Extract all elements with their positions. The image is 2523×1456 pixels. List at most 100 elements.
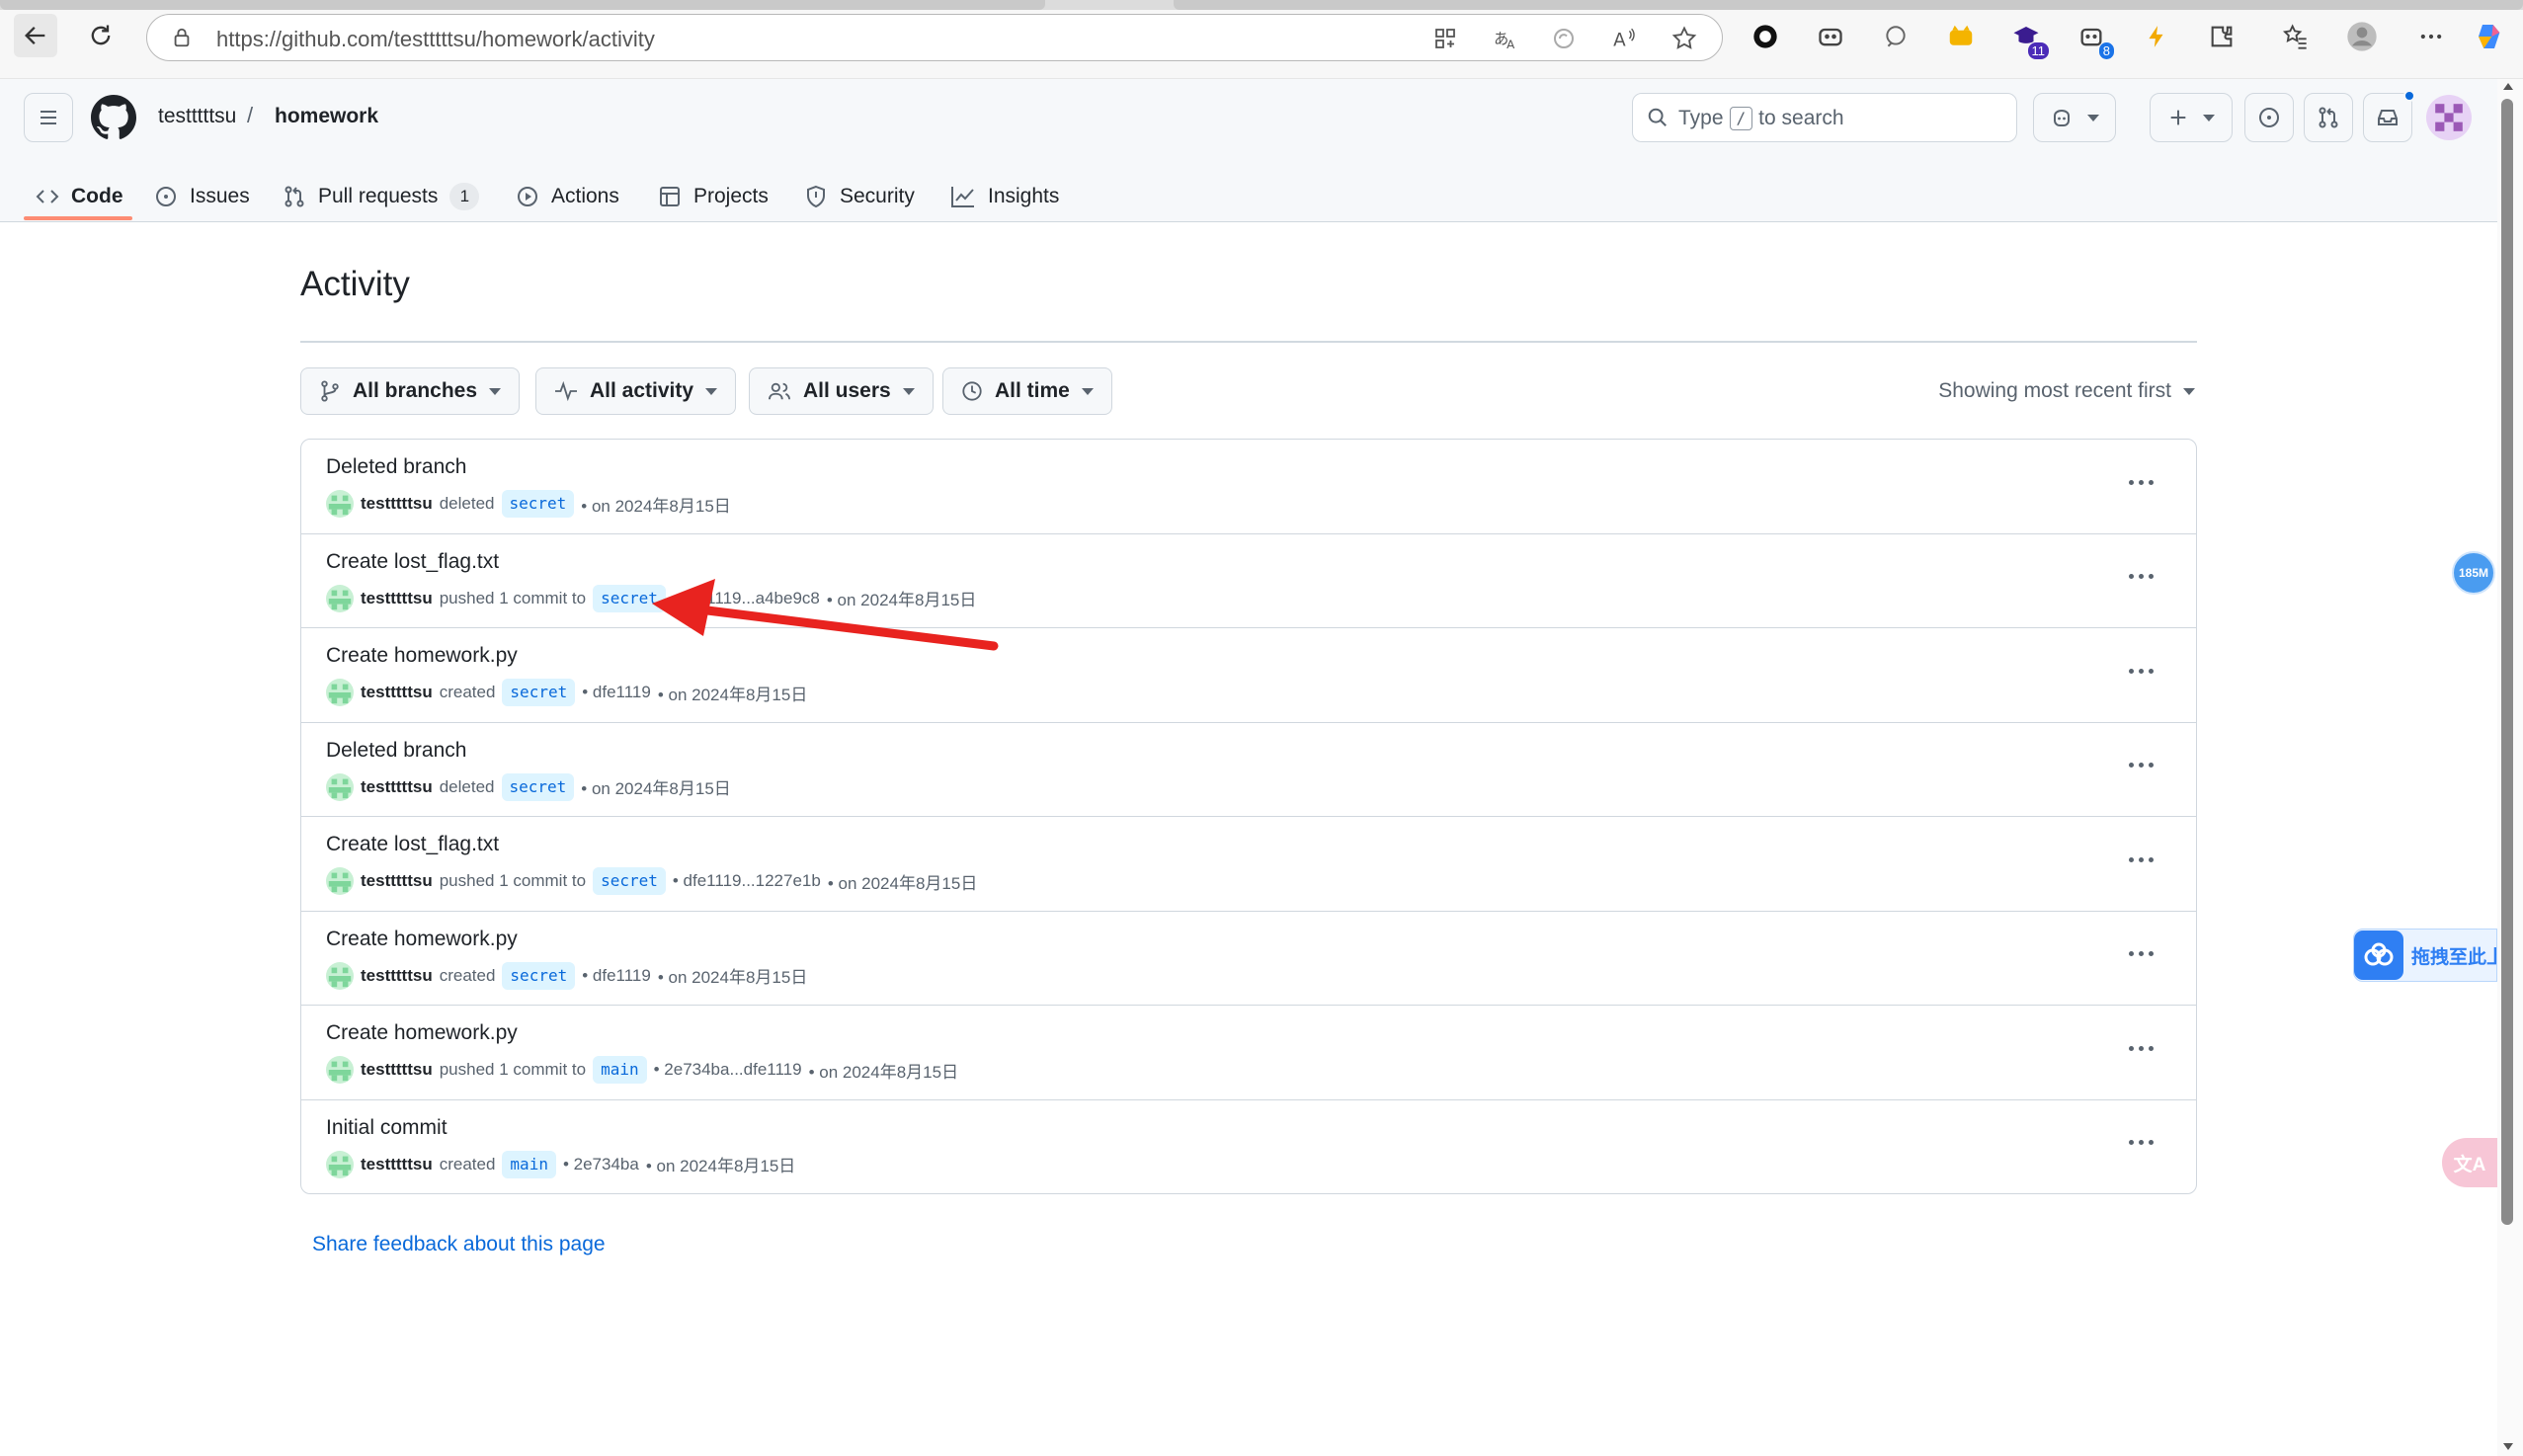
branch-label[interactable]: secret xyxy=(501,490,575,518)
activity-title[interactable]: Create lost_flag.txt xyxy=(326,550,499,574)
branch-filter-button[interactable]: All branches xyxy=(300,367,521,415)
extension-chat-icon[interactable] xyxy=(1879,20,1913,53)
commit-sha-link[interactable]: • 2e734ba...dfe1119 xyxy=(654,1060,802,1080)
repo-owner-link[interactable]: testttttsu xyxy=(158,105,236,128)
tab-issues[interactable]: Issues xyxy=(154,172,250,221)
commit-sha-link[interactable]: • 2e734ba xyxy=(563,1155,639,1174)
hamburger-menu-button[interactable] xyxy=(24,93,73,142)
more-options-icon[interactable] xyxy=(2121,751,2160,780)
app-grid-icon[interactable] xyxy=(1433,27,1457,50)
activity-title[interactable]: Deleted branch xyxy=(326,739,466,763)
activity-user-link[interactable]: testttttsu xyxy=(361,589,433,608)
user-avatar-icon[interactable] xyxy=(2426,95,2472,140)
more-options-icon[interactable] xyxy=(2121,1033,2160,1063)
back-button[interactable] xyxy=(14,14,57,57)
reload-button[interactable] xyxy=(79,14,122,57)
profile-avatar-icon[interactable] xyxy=(2345,20,2379,53)
favorite-star-icon[interactable] xyxy=(1670,25,1698,52)
browser-tab[interactable] xyxy=(0,0,1045,10)
feedback-link[interactable]: Share feedback about this page xyxy=(312,1233,606,1256)
more-options-icon[interactable] xyxy=(2121,1128,2160,1158)
extension-robot-icon[interactable]: 8 xyxy=(2075,20,2114,59)
translate-icon[interactable]: あA xyxy=(1493,26,1518,51)
extensions-puzzle-icon[interactable] xyxy=(2205,20,2238,53)
activity-title[interactable]: Create homework.py xyxy=(326,644,518,668)
refresh-circle-icon[interactable] xyxy=(1552,27,1576,50)
time-filter-button[interactable]: All time xyxy=(942,367,1112,415)
commit-sha-link[interactable]: • dfe1119 xyxy=(582,966,651,986)
user-avatar-icon[interactable] xyxy=(326,961,354,990)
activity-title[interactable]: Create homework.py xyxy=(326,928,518,951)
favorites-icon[interactable] xyxy=(2278,20,2312,53)
tab-code[interactable]: Code xyxy=(36,172,123,221)
create-new-button[interactable] xyxy=(2150,93,2233,142)
activity-user-link[interactable]: testttttsu xyxy=(361,683,433,702)
activity-user-link[interactable]: testttttsu xyxy=(361,1060,433,1080)
activity-user-link[interactable]: testttttsu xyxy=(361,494,433,514)
repo-name-link[interactable]: homework xyxy=(275,105,378,128)
sort-order-dropdown[interactable]: Showing most recent first xyxy=(1938,379,2195,403)
extension-bolt-icon[interactable] xyxy=(2140,20,2173,53)
commit-sha-link[interactable]: • dfe1119...1227e1b xyxy=(673,871,821,891)
extension-record-icon[interactable] xyxy=(1749,20,1782,53)
scrollbar-thumb[interactable] xyxy=(2501,99,2513,1225)
user-avatar-icon[interactable] xyxy=(326,1056,354,1084)
hamburger-icon xyxy=(41,111,56,124)
branch-label[interactable]: secret xyxy=(593,867,666,895)
more-options-icon[interactable] xyxy=(2121,562,2160,592)
activity-user-link[interactable]: testttttsu xyxy=(361,777,433,797)
users-filter-button[interactable]: All users xyxy=(749,367,934,415)
extension-copilot-icon[interactable] xyxy=(1814,20,1847,53)
address-bar[interactable]: https://github.com/testttttsu/homework/a… xyxy=(146,14,1723,61)
branch-label[interactable]: main xyxy=(502,1150,556,1178)
scroll-up-icon[interactable] xyxy=(2501,81,2515,93)
activity-title[interactable]: Create lost_flag.txt xyxy=(326,833,499,856)
read-aloud-icon[interactable]: A xyxy=(1611,26,1637,51)
activity-title[interactable]: Initial commit xyxy=(326,1116,448,1140)
activity-user-link[interactable]: testttttsu xyxy=(361,1155,433,1174)
branch-label[interactable]: secret xyxy=(502,679,576,706)
more-options-icon[interactable] xyxy=(2121,845,2160,874)
pull-requests-header-button[interactable] xyxy=(2304,93,2353,142)
tab-insights[interactable]: Insights xyxy=(950,172,1059,221)
scroll-down-icon[interactable] xyxy=(2501,1440,2515,1452)
activity-title[interactable]: Create homework.py xyxy=(326,1021,518,1045)
branch-label[interactable]: secret xyxy=(501,772,575,801)
user-avatar-icon[interactable] xyxy=(326,490,354,518)
upload-widget[interactable]: 拖拽至此上传 xyxy=(2353,929,2497,982)
tab-actions[interactable]: Actions xyxy=(516,172,619,221)
user-avatar-icon[interactable] xyxy=(326,679,354,706)
memory-usage-badge[interactable]: 185M xyxy=(2452,551,2495,595)
more-options-icon[interactable] xyxy=(2121,467,2160,497)
copilot-sidebar-icon[interactable] xyxy=(2474,20,2507,53)
user-avatar-icon[interactable] xyxy=(326,867,354,895)
user-avatar-icon[interactable] xyxy=(326,584,354,612)
more-menu-icon[interactable] xyxy=(2414,20,2448,53)
branch-label[interactable]: secret xyxy=(502,961,576,990)
tab-pull-requests[interactable]: Pull requests 1 xyxy=(283,172,480,221)
cloud-upload-icon xyxy=(2354,930,2403,980)
more-options-icon[interactable] xyxy=(2121,656,2160,686)
github-logo-icon[interactable] xyxy=(91,95,136,140)
user-avatar-icon[interactable] xyxy=(326,772,354,801)
copilot-button[interactable] xyxy=(2033,93,2116,142)
translate-widget[interactable]: 文A xyxy=(2442,1138,2497,1187)
activity-filter-button[interactable]: All activity xyxy=(535,367,737,415)
more-options-icon[interactable] xyxy=(2121,939,2160,969)
inbox-button[interactable] xyxy=(2363,90,2415,142)
tab-projects[interactable]: Projects xyxy=(658,172,769,221)
branch-label[interactable]: main xyxy=(593,1056,647,1084)
issues-header-button[interactable] xyxy=(2244,93,2294,142)
activity-user-link[interactable]: testttttsu xyxy=(361,871,433,891)
activity-title[interactable]: Deleted branch xyxy=(326,455,466,479)
activity-meta: testttttsu created secret • dfe1119 • on… xyxy=(326,679,807,706)
browser-tab[interactable] xyxy=(1174,0,2523,10)
commit-sha-link[interactable]: • dfe1119 xyxy=(582,683,651,702)
user-avatar-icon[interactable] xyxy=(326,1150,354,1178)
activity-user-link[interactable]: testttttsu xyxy=(361,966,433,986)
extension-hat-icon[interactable]: 11 xyxy=(2009,20,2049,59)
tab-security[interactable]: Security xyxy=(804,172,915,221)
search-input[interactable]: Type / to search xyxy=(1632,93,2017,142)
extension-cat-icon[interactable] xyxy=(1944,20,1978,53)
issue-opened-icon xyxy=(2259,108,2279,127)
